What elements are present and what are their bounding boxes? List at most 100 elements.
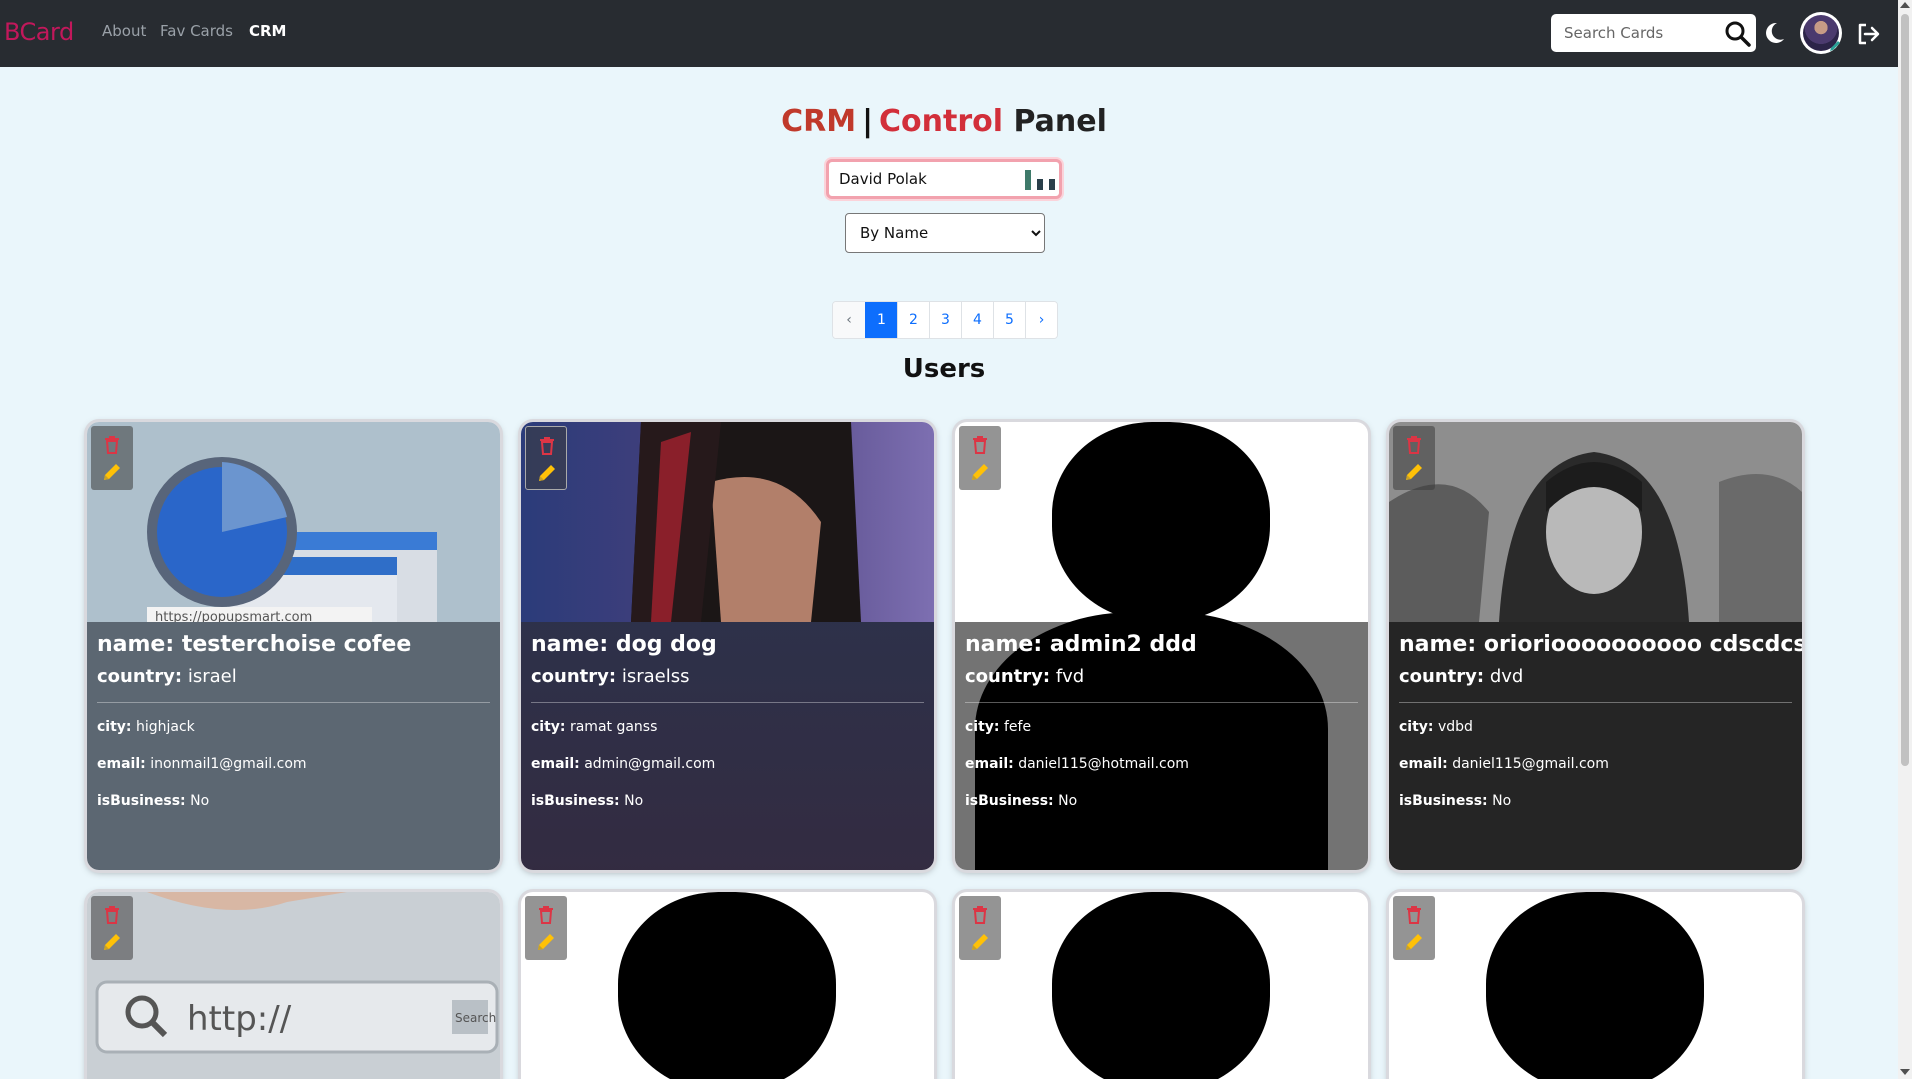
pencil-icon[interactable] [102,462,122,482]
default-avatar-silhouette [1052,892,1270,1079]
card-business: isBusiness: No [1399,793,1512,809]
pagination: ‹ 1 2 3 4 5 › [832,301,1058,339]
nav-link-about[interactable]: About [102,22,146,40]
pencil-icon[interactable] [970,932,990,952]
default-avatar-silhouette [618,892,836,1079]
title-separator: | [862,104,874,139]
default-avatar-silhouette [1486,892,1704,1079]
card-body: name: admin2 ddd country: fvd city: fefe… [955,612,1368,870]
pencil-icon[interactable] [1828,38,1842,52]
card-divider [1399,702,1792,703]
card-body: name: oriorioooooooooo cdscdcs! country:… [1389,622,1802,870]
pencil-icon[interactable] [1404,932,1424,952]
card-image-search-text: Search [455,1011,496,1025]
card-country: country: israel [97,666,237,687]
card-divider [965,702,1358,703]
card-tools [525,896,567,960]
woman-portrait-image [1389,422,1802,622]
card-name: name: oriorioooooooooo cdscdcs! [1399,632,1802,657]
brand-logo[interactable]: BCard [4,18,74,46]
pagination-page-5[interactable]: 5 [993,302,1025,338]
scrollbar-thumb[interactable] [1901,14,1909,766]
pagination-page-3[interactable]: 3 [929,302,961,338]
crm-search-field [826,159,1062,199]
card-tools [91,426,133,490]
card-tools [525,426,567,490]
user-card[interactable]: name: dog dog country: israelss city: ra… [521,422,934,870]
nav-link-fav-cards[interactable]: Fav Cards [160,22,233,40]
url-search-bar-image: http:// Search [87,892,500,1079]
card-city: city: vdbd [1399,719,1473,735]
trash-icon[interactable] [972,436,988,454]
dark-mode-toggle[interactable] [1761,20,1787,46]
user-card[interactable]: http:// Search [87,892,500,1079]
pencil-icon[interactable] [970,462,990,482]
card-city: city: ramat ganss [531,719,658,735]
scroll-up-arrow[interactable] [1900,2,1910,8]
pagination-next[interactable]: › [1025,302,1057,338]
trash-icon[interactable] [104,436,120,454]
trash-icon[interactable] [104,906,120,924]
card-tools [959,426,1001,490]
card-country: country: israelss [531,666,690,687]
man-portrait-image [521,422,934,622]
crm-search-input[interactable] [829,162,1009,196]
search-button[interactable] [1723,19,1753,47]
search-input[interactable] [1551,14,1721,52]
card-body: name: dog dog country: israelss city: ra… [521,622,934,870]
card-city: city: highjack [97,719,195,735]
trash-icon[interactable] [539,437,555,455]
user-card[interactable] [1389,892,1802,1079]
pagination-page-1[interactable]: 1 [865,302,897,338]
card-email: email: admin@gmail.com [531,756,716,772]
title-panel: Panel [1013,104,1107,139]
card-image-http-text: http:// [187,999,292,1039]
card-name: name: dog dog [531,632,717,657]
card-country: country: dvd [1399,666,1524,687]
card-business: isBusiness: No [965,793,1078,809]
users-section-title: Users [902,354,986,384]
search-icon [1725,21,1751,47]
trash-icon[interactable] [1406,906,1422,924]
card-business: isBusiness: No [531,793,644,809]
browser-magnifier-image: https://popupsmart.com [87,422,500,622]
pencil-icon[interactable] [537,463,557,483]
moon-icon [1766,22,1784,43]
pencil-icon[interactable] [102,932,122,952]
logout-button[interactable] [1856,22,1882,46]
default-avatar-silhouette [1052,422,1270,622]
trash-icon[interactable] [538,906,554,924]
card-image-url-text: https://popupsmart.com [155,610,312,622]
page-title: CRM | Control Panel [0,104,1888,139]
card-divider [531,702,924,703]
card-tools [1393,896,1435,960]
card-email: email: daniel115@hotmail.com [965,756,1189,772]
user-card[interactable] [955,892,1368,1079]
card-name: name: admin2 ddd [965,632,1197,657]
logout-icon [1858,23,1880,45]
pagination-page-4[interactable]: 4 [961,302,993,338]
search-box [1551,14,1756,52]
card-body: name: testerchoise cofee country: israel… [87,622,500,870]
user-card[interactable]: https://popupsmart.com name: testerchois… [87,422,500,870]
trash-icon[interactable] [972,906,988,924]
scroll-down-arrow[interactable] [1900,1069,1910,1075]
title-crm: CRM [781,104,857,139]
pencil-icon[interactable] [1404,462,1424,482]
card-country: country: fvd [965,666,1085,687]
pencil-icon[interactable] [536,932,556,952]
pagination-prev[interactable]: ‹ [833,302,865,338]
card-tools [91,896,133,960]
card-email: email: inonmail1@gmail.com [97,756,307,772]
trash-icon[interactable] [1406,436,1422,454]
card-email: email: daniel115@gmail.com [1399,756,1609,772]
pagination-page-2[interactable]: 2 [897,302,929,338]
title-control: Control [879,104,1004,139]
nav-link-crm[interactable]: CRM [249,22,287,40]
top-navbar: BCard About Fav Cards CRM [0,0,1898,67]
user-card[interactable]: name: admin2 ddd country: fvd city: fefe… [955,422,1368,870]
user-card[interactable]: name: oriorioooooooooo cdscdcs! country:… [1389,422,1802,870]
filter-select[interactable]: By Name [845,213,1045,253]
card-tools [959,896,1001,960]
user-card[interactable] [521,892,934,1079]
